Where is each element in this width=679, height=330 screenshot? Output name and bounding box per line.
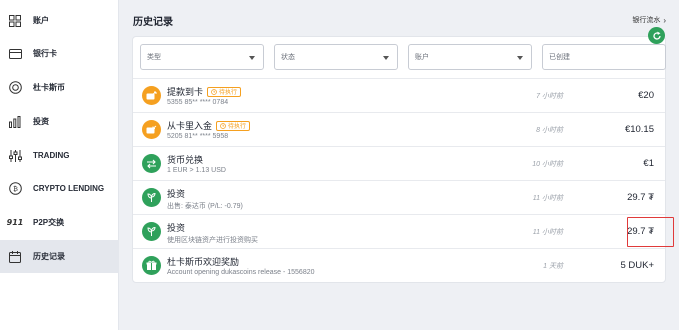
coin-icon [8, 81, 22, 95]
bank-statement-link[interactable]: 银行流水 › [632, 15, 666, 25]
bank-statement-label: 银行流水 [632, 17, 661, 24]
chevron-down-icon [383, 56, 389, 60]
transaction-time: 8 小时前 [536, 127, 563, 134]
transaction-subtitle: 5205 81** **** 5958 [167, 133, 229, 140]
sidebar-item-label: 账户 [33, 16, 49, 25]
transaction-title: 从卡里入金 [167, 121, 213, 131]
refresh-button[interactable] [648, 27, 665, 44]
transaction-subtitle: 1 EUR > 1.13 USD [167, 167, 226, 174]
transaction-subtitle: Account opening dukascoins release - 155… [167, 269, 315, 276]
reward-icon [142, 256, 161, 275]
sidebar-item-history[interactable]: 历史记录 [0, 240, 119, 273]
transaction-row[interactable]: 投资 使用区块链资产进行投资购买 11 小时前 29.7 ₮ [133, 214, 665, 248]
transaction-title: 投资 [167, 189, 186, 199]
status-badge: 待执行 [216, 120, 251, 131]
grid-icon [8, 14, 22, 28]
status-badge: 待执行 [207, 86, 242, 97]
svg-text:₿: ₿ [13, 185, 18, 193]
sidebar-item-label: CRYPTO LENDING [33, 184, 105, 193]
transaction-time: 1 天前 [543, 263, 563, 270]
chevron-down-icon [517, 56, 523, 60]
transaction-time: 10 小时前 [532, 161, 563, 168]
sidebar-item-accounts[interactable]: 账户 [0, 4, 119, 37]
sidebar-item-bank-cards[interactable]: 银行卡 [0, 37, 119, 70]
sidebar-item-trading[interactable]: TRADING [0, 139, 119, 172]
sidebar-item-label: 历史记录 [33, 252, 65, 261]
transaction-title: 杜卡斯币欢迎奖励 [167, 257, 240, 267]
exchange-icon [142, 154, 161, 173]
refresh-icon [652, 31, 661, 40]
sliders-icon [8, 149, 22, 163]
filter-type-label: 类型 [147, 54, 161, 61]
transaction-time: 11 小时前 [532, 229, 563, 236]
transaction-row[interactable]: 提款到卡 待执行 5355 85** **** 0784 7 小时前 €20 [133, 78, 665, 112]
chevron-right-icon: › [663, 15, 666, 25]
card-out-icon [142, 86, 161, 105]
transaction-title: 提款到卡 [167, 87, 204, 97]
transaction-subtitle: 5355 85** **** 0784 [167, 99, 229, 106]
sidebar-item-label: TRADING [33, 151, 70, 160]
sidebar-item-crypto-lending[interactable]: ₿ CRYPTO LENDING [0, 172, 119, 205]
transaction-row[interactable]: 货币兑换 1 EUR > 1.13 USD 10 小时前 €1 [133, 146, 665, 180]
invest-icon [142, 222, 161, 241]
transaction-title: 货币兑换 [167, 155, 204, 165]
clock-icon [211, 88, 217, 95]
main-content: 历史记录 银行流水 › 类型 状态 账户 已创建 提款到卡 待执行 5355 8… [119, 0, 679, 330]
filter-account-select[interactable]: 账户 [408, 44, 532, 70]
filter-account-label: 账户 [415, 54, 429, 61]
transaction-time: 7 小时前 [536, 93, 563, 100]
history-card: 类型 状态 账户 已创建 提款到卡 待执行 5355 85** **** 078… [132, 36, 674, 283]
transaction-row[interactable]: 从卡里入金 待执行 5205 81** **** 5958 8 小时前 €10.… [133, 112, 665, 146]
transaction-amount: €20 [638, 90, 654, 101]
sidebar-item-label: 投资 [33, 117, 49, 126]
filter-status-label: 状态 [281, 54, 295, 61]
card-icon [8, 47, 22, 61]
filter-status-select[interactable]: 状态 [274, 44, 398, 70]
transaction-row[interactable]: 投资 出售: 泰达币 (P/L: -0.79) 11 小时前 29.7 ₮ [133, 180, 665, 214]
sidebar-item-label: 杜卡斯币 [33, 83, 65, 92]
sidebar-item-invest[interactable]: 投资 [0, 105, 119, 138]
chevron-down-icon [249, 56, 255, 60]
card-in-icon [142, 120, 161, 139]
transaction-row[interactable]: 杜卡斯币欢迎奖励 Account opening dukascoins rele… [133, 248, 665, 282]
transaction-title: 投资 [167, 223, 186, 233]
transaction-amount: €1 [643, 158, 654, 169]
page-title: 历史记录 [133, 17, 173, 28]
transaction-time: 11 小时前 [532, 195, 563, 202]
sidebar-item-dukascoins[interactable]: 杜卡斯币 [0, 71, 119, 104]
highlight-box [627, 217, 674, 247]
transaction-amount: 29.7 ₮ [627, 192, 654, 203]
filter-type-select[interactable]: 类型 [140, 44, 264, 70]
transaction-amount: €10.15 [624, 124, 654, 135]
clock-icon [220, 122, 226, 129]
filter-created-input[interactable]: 已创建 [542, 44, 666, 70]
p2p-icon: 911 [6, 218, 24, 227]
sidebar-item-label: 银行卡 [33, 49, 57, 58]
sidebar-item-p2p[interactable]: 911 P2P交换 [0, 206, 119, 239]
bar-chart-icon [8, 115, 22, 129]
transaction-subtitle: 出售: 泰达币 (P/L: -0.79) [167, 203, 243, 210]
sidebar: 账户 银行卡 杜卡斯币 投资 TRADING ₿ CRYPTO LENDING … [0, 0, 119, 330]
transaction-subtitle: 使用区块链资产进行投资购买 [167, 237, 258, 244]
calendar-icon [8, 250, 22, 264]
invest-icon [142, 188, 161, 207]
sidebar-item-label: P2P交换 [33, 218, 65, 227]
filter-created-label: 已创建 [549, 54, 570, 61]
lending-icon: ₿ [8, 182, 22, 196]
transaction-amount: 5 DUK+ [620, 260, 654, 271]
